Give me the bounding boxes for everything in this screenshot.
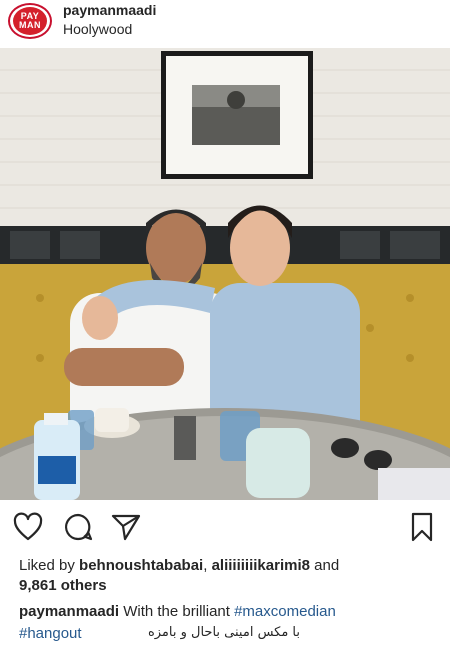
likes-prefix: Liked by [19,557,80,574]
header-username[interactable]: paymanmaadi [63,2,156,18]
hashtag-maxcomedian[interactable]: #maxcomedian [234,603,336,620]
caption-username[interactable]: paymanmaadi [19,603,119,620]
photo-illustration [0,48,450,500]
avatar-logo: PAY MAN [13,7,47,35]
likes-text: Liked by behnoushtababai, aliiiiiiiikari… [19,556,439,596]
post-header: PAY MAN paymanmaadi Hoolywood [0,0,450,48]
liker-user-2[interactable]: aliiiiiiiikarimi8 [212,557,310,574]
likes-separator: , [203,557,212,574]
liker-user-1[interactable]: behnoushtababai [79,557,203,574]
header-location[interactable]: Hoolywood [63,21,132,37]
post-photo[interactable] [0,48,450,500]
bookmark-icon[interactable] [406,511,438,543]
heart-icon[interactable] [12,511,44,543]
hashtag-hangout[interactable]: #hangout [19,625,82,642]
comment-icon[interactable] [62,511,94,543]
avatar-text-bottom: MAN [19,20,41,30]
action-bar [0,505,450,545]
caption-text: With the brilliant [119,603,235,620]
likes-count[interactable]: 9,861 others [19,577,107,594]
paper-plane-icon[interactable] [110,511,142,543]
caption-persian: با مکس امینی باحال و بامزه [147,625,300,640]
likes-and: and [309,557,340,574]
avatar[interactable]: PAY MAN [8,3,52,39]
caption: paymanmaadi With the brilliant #maxcomed… [19,602,439,622]
